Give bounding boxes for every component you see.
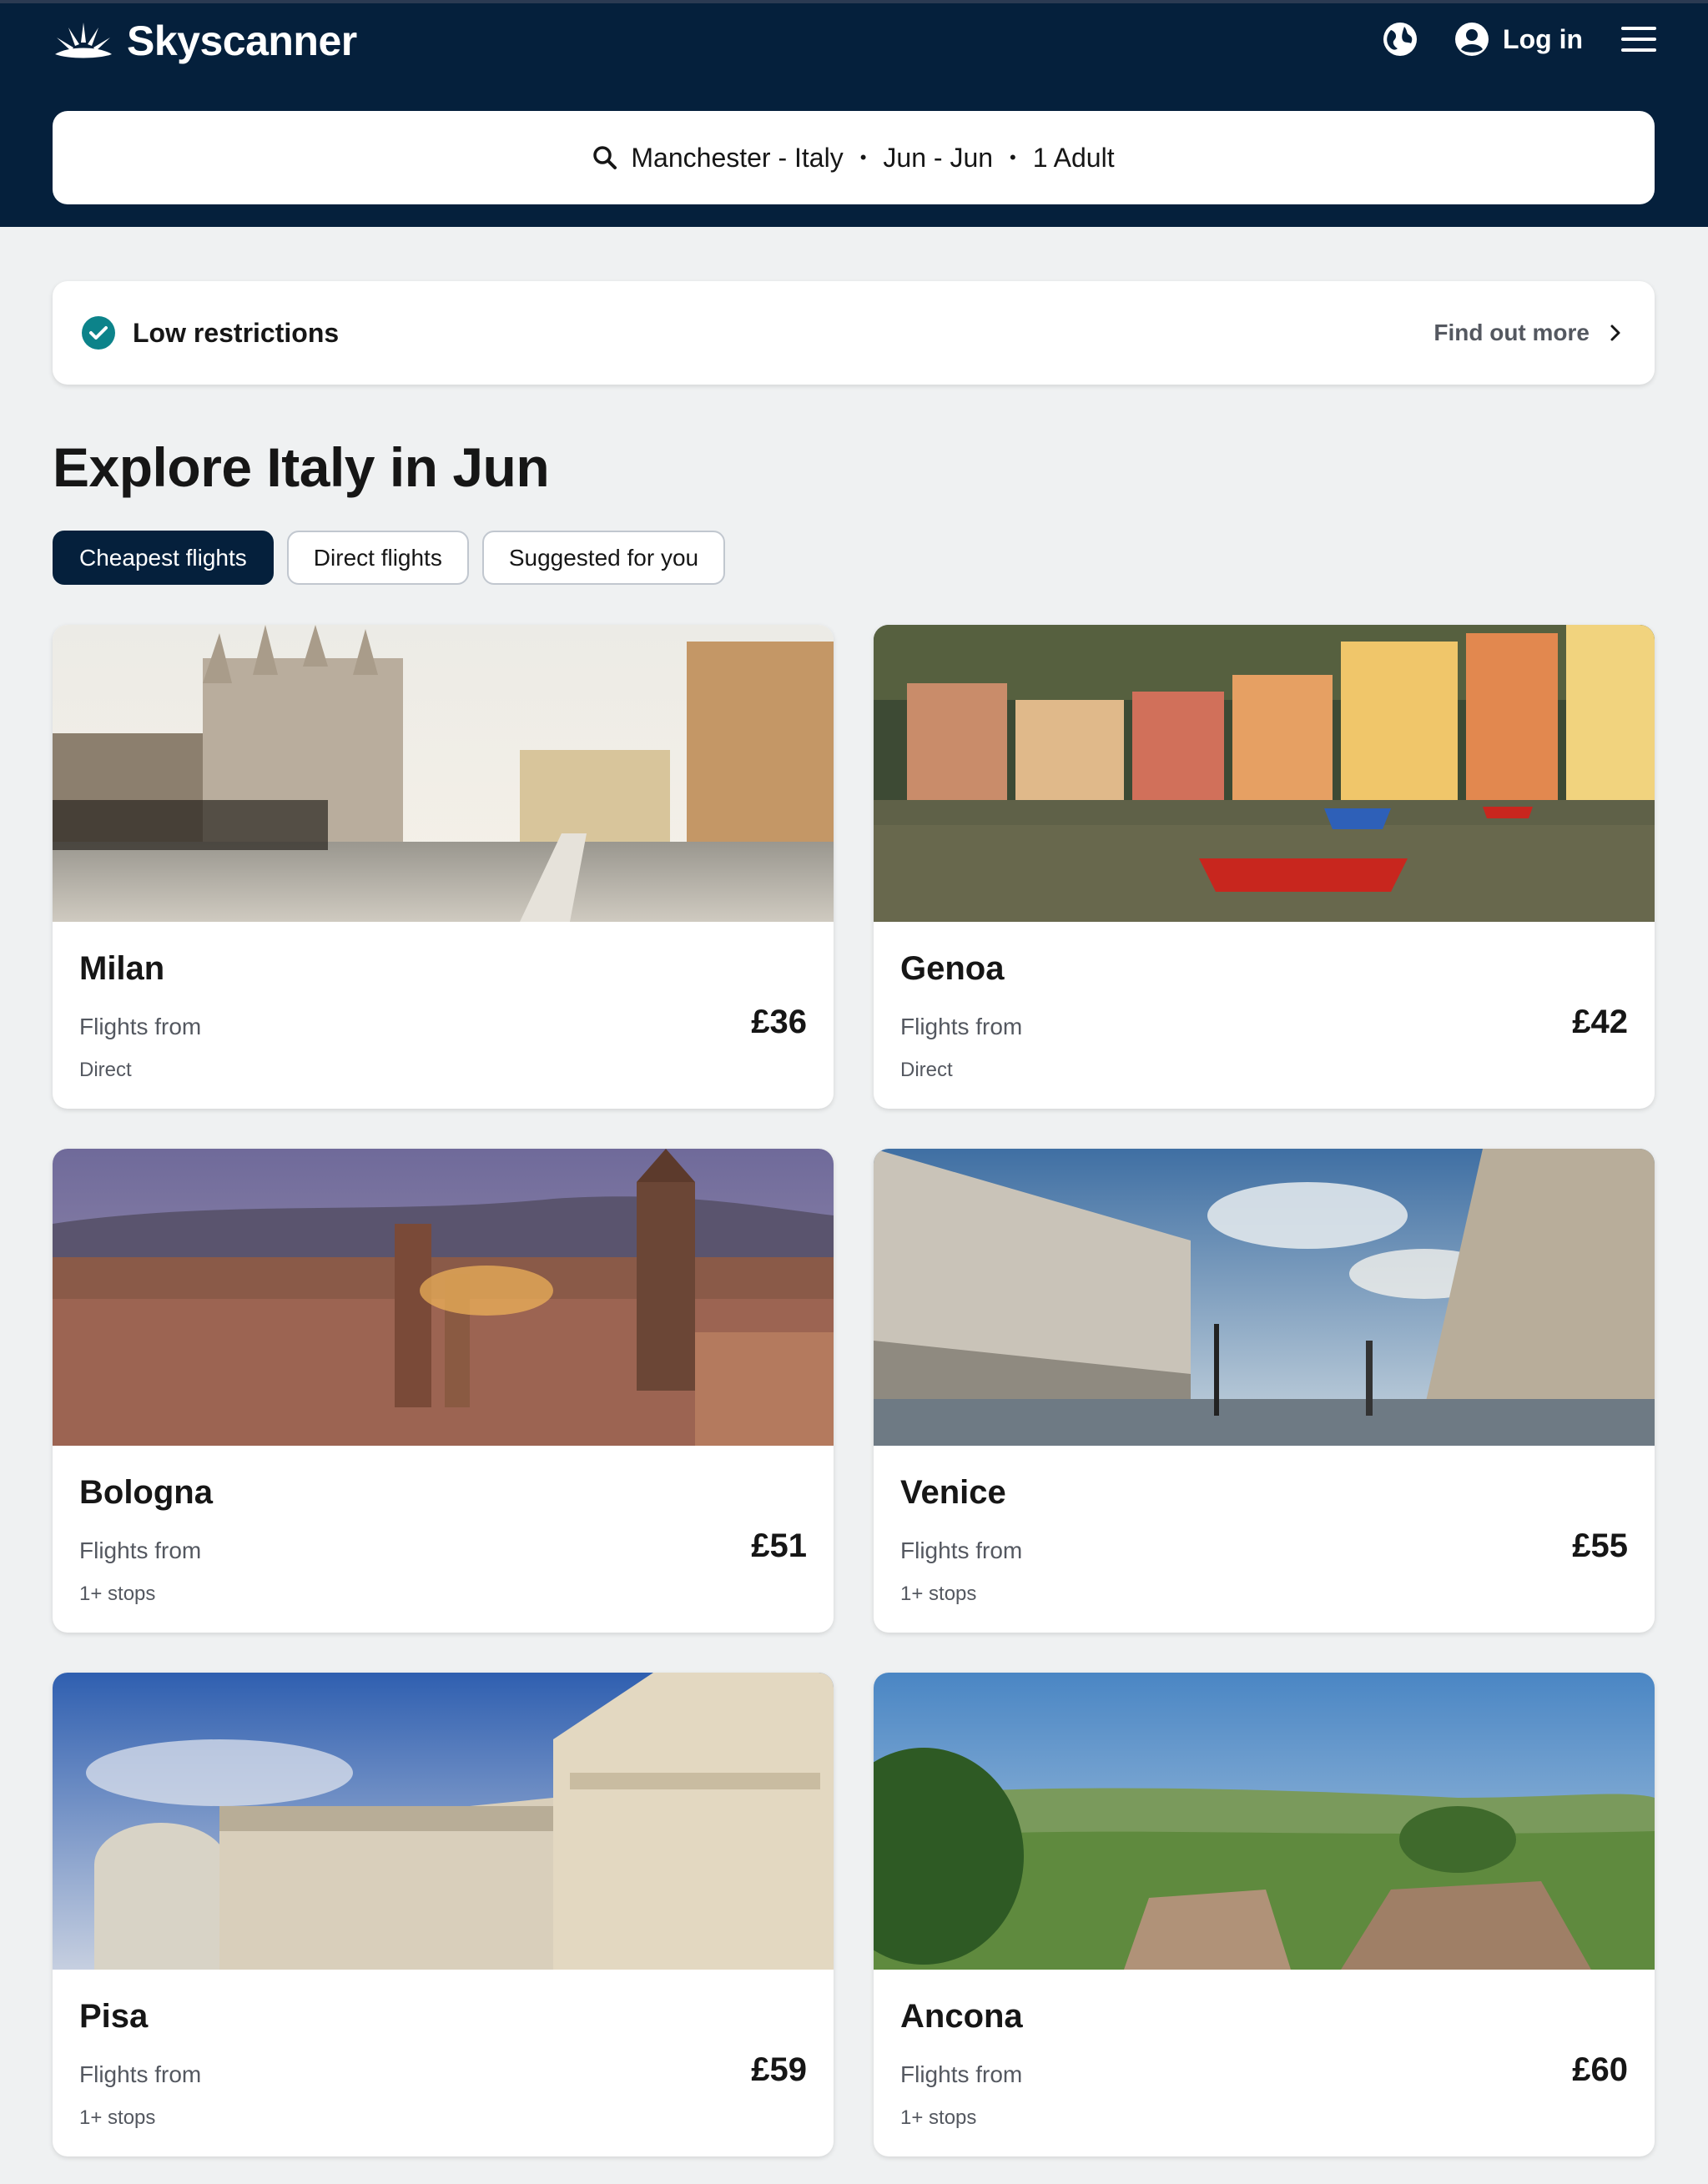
price: £55: [1572, 1527, 1628, 1564]
search-route: Manchester - Italy: [631, 142, 844, 173]
card-body: Pisa Flights from £59 1+ stops: [53, 1970, 834, 2156]
search-dates: Jun - Jun: [883, 142, 994, 173]
price: £59: [751, 2051, 807, 2088]
tab-suggested-for-you[interactable]: Suggested for you: [481, 531, 726, 585]
flights-from-label: Flights from: [79, 2061, 202, 2087]
card-body: Milan Flights from £36 Direct: [53, 922, 834, 1109]
stops-info: 1+ stops: [900, 1583, 977, 1605]
separator-dot: •: [859, 147, 867, 168]
low-restrictions-banner[interactable]: Low restrictions Find out more: [53, 281, 1655, 385]
chevron-right-icon: [1610, 324, 1621, 342]
destination-card-ancona[interactable]: Ancona Flights from £60 1+ stops: [874, 1673, 1655, 2156]
tab-direct-flights[interactable]: Direct flights: [286, 531, 469, 585]
card-body: Venice Flights from £55 1+ stops: [874, 1446, 1655, 1633]
login-link[interactable]: Log in: [1503, 24, 1583, 55]
city-name: Bologna: [79, 1474, 213, 1511]
header-actions: Log in: [1383, 18, 1656, 60]
check-circle-icon: [81, 315, 116, 350]
price: £60: [1572, 2051, 1628, 2088]
site-header: Skyscanner Log in Manchester - Italy • J…: [0, 0, 1708, 227]
stops-info: Direct: [900, 1059, 953, 1081]
city-name: Pisa: [79, 1998, 149, 2035]
ancona-countryside-image: [874, 1673, 1655, 1970]
card-body: Bologna Flights from £51 1+ stops: [53, 1446, 834, 1633]
card-body: Ancona Flights from £60 1+ stops: [874, 1970, 1655, 2156]
skyscanner-sunburst-icon: [52, 18, 115, 64]
flights-from-label: Flights from: [900, 1537, 1023, 1563]
price: £42: [1572, 1004, 1628, 1040]
card-body: Genoa Flights from £42 Direct: [874, 922, 1655, 1109]
genoa-harbour-image: [874, 625, 1655, 922]
pisa-cathedral-image: [53, 1673, 834, 1970]
user-circle-icon[interactable]: [1454, 22, 1489, 57]
search-travellers: 1 Adult: [1032, 142, 1115, 173]
flights-from-label: Flights from: [900, 2061, 1023, 2087]
city-name: Milan: [79, 950, 165, 987]
search-summary-bar[interactable]: Manchester - Italy • Jun - Jun • 1 Adult: [53, 111, 1655, 204]
venice-piazza-image: [874, 1149, 1655, 1446]
milan-cathedral-image: [53, 625, 834, 922]
destination-card-milan[interactable]: Milan Flights from £36 Direct: [53, 625, 834, 1109]
price: £51: [751, 1527, 807, 1564]
bologna-cityscape-image: [53, 1149, 834, 1446]
stops-info: 1+ stops: [79, 1583, 156, 1605]
destination-grid: Milan Flights from £36 Direct Genoa Flig…: [53, 625, 1655, 2156]
city-name: Genoa: [900, 950, 1005, 987]
destination-card-genoa[interactable]: Genoa Flights from £42 Direct: [874, 625, 1655, 1109]
stops-info: Direct: [79, 1059, 132, 1081]
banner-title: Low restrictions: [133, 317, 340, 348]
brand-name: Skyscanner: [127, 18, 357, 64]
separator-dot: •: [1010, 147, 1016, 168]
sort-tabs: Cheapest flights Direct flights Suggeste…: [53, 531, 726, 585]
destination-card-pisa[interactable]: Pisa Flights from £59 1+ stops: [53, 1673, 834, 2156]
skyscanner-logo[interactable]: Skyscanner: [52, 17, 357, 65]
find-out-more-label: Find out more: [1433, 320, 1590, 345]
stops-info: 1+ stops: [900, 2106, 977, 2129]
flights-from-label: Flights from: [79, 1537, 202, 1563]
globe-icon[interactable]: [1383, 22, 1418, 57]
stops-info: 1+ stops: [79, 2106, 156, 2129]
find-out-more-link[interactable]: Find out more: [1433, 320, 1621, 346]
city-name: Venice: [900, 1474, 1006, 1511]
flights-from-label: Flights from: [900, 1014, 1023, 1039]
tab-cheapest-flights[interactable]: Cheapest flights: [53, 531, 274, 585]
flights-from-label: Flights from: [79, 1014, 202, 1039]
hamburger-menu-icon[interactable]: [1621, 25, 1656, 53]
page-title: Explore Italy in Jun: [53, 436, 550, 498]
price: £36: [751, 1004, 807, 1040]
destination-card-venice[interactable]: Venice Flights from £55 1+ stops: [874, 1149, 1655, 1633]
destination-card-bologna[interactable]: Bologna Flights from £51 1+ stops: [53, 1149, 834, 1633]
search-icon: [592, 145, 617, 170]
city-name: Ancona: [900, 1998, 1023, 2035]
